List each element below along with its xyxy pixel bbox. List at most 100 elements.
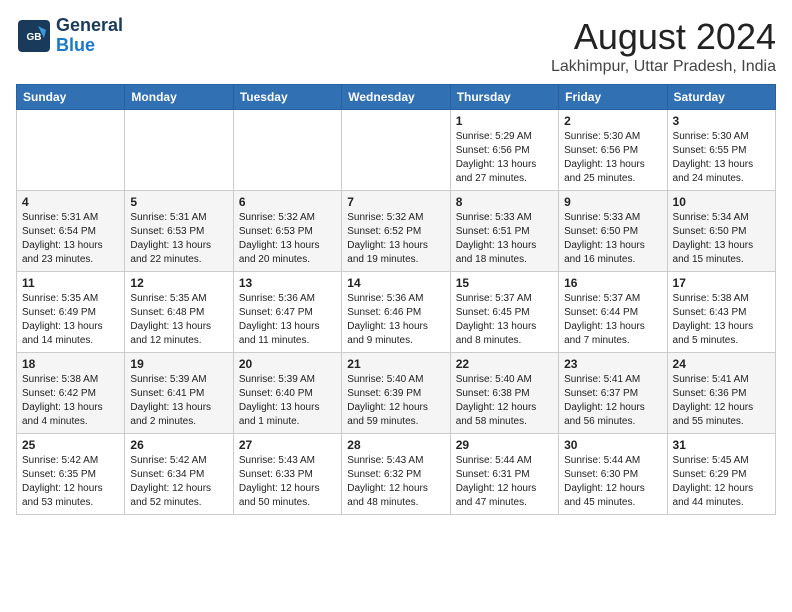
calendar-cell: 16 Sunrise: 5:37 AM Sunset: 6:44 PM Dayli… bbox=[559, 272, 667, 353]
day-info: Sunrise: 5:32 AM Sunset: 6:52 PM Dayligh… bbox=[347, 211, 444, 267]
day-info: Sunrise: 5:43 AM Sunset: 6:32 PM Dayligh… bbox=[347, 454, 444, 510]
calendar-cell: 12 Sunrise: 5:35 AM Sunset: 6:48 PM Dayli… bbox=[125, 272, 233, 353]
day-info: Sunrise: 5:31 AM Sunset: 6:53 PM Dayligh… bbox=[130, 211, 227, 267]
weekday-header-wednesday: Wednesday bbox=[342, 85, 450, 110]
logo-icon: GB bbox=[16, 18, 52, 54]
day-info: Sunrise: 5:36 AM Sunset: 6:46 PM Dayligh… bbox=[347, 292, 444, 348]
day-number: 16 bbox=[564, 276, 661, 290]
calendar-table: SundayMondayTuesdayWednesdayThursdayFrid… bbox=[16, 84, 776, 515]
title-area: August 2024 Lakhimpur, Uttar Pradesh, In… bbox=[551, 16, 776, 76]
calendar-body: 1Sunrise: 5:29 AM Sunset: 6:56 PM Daylig… bbox=[17, 110, 776, 515]
calendar-cell: 11 Sunrise: 5:35 AM Sunset: 6:49 PM Dayli… bbox=[17, 272, 125, 353]
calendar-cell: 5Sunrise: 5:31 AM Sunset: 6:53 PM Daylig… bbox=[125, 191, 233, 272]
day-number: 13 bbox=[239, 276, 336, 290]
calendar-cell: 15 Sunrise: 5:37 AM Sunset: 6:45 PM Dayli… bbox=[450, 272, 558, 353]
calendar-cell: 17 Sunrise: 5:38 AM Sunset: 6:43 PM Dayli… bbox=[667, 272, 775, 353]
day-number: 8 bbox=[456, 195, 553, 209]
calendar-cell: 26Sunrise: 5:42 AM Sunset: 6:34 PM Dayli… bbox=[125, 434, 233, 515]
day-info: Sunrise: 5:40 AM Sunset: 6:39 PM Dayligh… bbox=[347, 373, 444, 429]
day-info: Sunrise: 5:37 AM Sunset: 6:44 PM Dayligh… bbox=[564, 292, 661, 348]
calendar-cell: 19 Sunrise: 5:39 AM Sunset: 6:41 PM Dayli… bbox=[125, 353, 233, 434]
day-info: Sunrise: 5:39 AM Sunset: 6:40 PM Dayligh… bbox=[239, 373, 336, 429]
day-info: Sunrise: 5:38 AM Sunset: 6:43 PM Dayligh… bbox=[673, 292, 770, 348]
weekday-header-sunday: Sunday bbox=[17, 85, 125, 110]
calendar-cell bbox=[342, 110, 450, 191]
day-number: 9 bbox=[564, 195, 661, 209]
day-number: 18 bbox=[22, 357, 119, 371]
day-info: Sunrise: 5:35 AM Sunset: 6:49 PM Dayligh… bbox=[22, 292, 119, 348]
day-number: 29 bbox=[456, 438, 553, 452]
calendar-cell: 7 Sunrise: 5:32 AM Sunset: 6:52 PM Daylig… bbox=[342, 191, 450, 272]
calendar-cell: 8 Sunrise: 5:33 AM Sunset: 6:51 PM Daylig… bbox=[450, 191, 558, 272]
day-number: 23 bbox=[564, 357, 661, 371]
calendar-cell: 4Sunrise: 5:31 AM Sunset: 6:54 PM Daylig… bbox=[17, 191, 125, 272]
day-number: 19 bbox=[130, 357, 227, 371]
logo-line1: General bbox=[56, 15, 123, 35]
day-number: 17 bbox=[673, 276, 770, 290]
weekday-header-monday: Monday bbox=[125, 85, 233, 110]
calendar-cell: 9 Sunrise: 5:33 AM Sunset: 6:50 PM Daylig… bbox=[559, 191, 667, 272]
week-row-4: 18Sunrise: 5:38 AM Sunset: 6:42 PM Dayli… bbox=[17, 353, 776, 434]
calendar-cell: 2 Sunrise: 5:30 AM Sunset: 6:56 PM Daylig… bbox=[559, 110, 667, 191]
day-number: 25 bbox=[22, 438, 119, 452]
day-info: Sunrise: 5:41 AM Sunset: 6:37 PM Dayligh… bbox=[564, 373, 661, 429]
day-info: Sunrise: 5:33 AM Sunset: 6:51 PM Dayligh… bbox=[456, 211, 553, 267]
calendar-cell: 1Sunrise: 5:29 AM Sunset: 6:56 PM Daylig… bbox=[450, 110, 558, 191]
day-info: Sunrise: 5:44 AM Sunset: 6:31 PM Dayligh… bbox=[456, 454, 553, 510]
week-row-3: 11 Sunrise: 5:35 AM Sunset: 6:49 PM Dayli… bbox=[17, 272, 776, 353]
day-number: 7 bbox=[347, 195, 444, 209]
weekday-header-row: SundayMondayTuesdayWednesdayThursdayFrid… bbox=[17, 85, 776, 110]
calendar-cell: 10Sunrise: 5:34 AM Sunset: 6:50 PM Dayli… bbox=[667, 191, 775, 272]
day-info: Sunrise: 5:29 AM Sunset: 6:56 PM Dayligh… bbox=[456, 130, 553, 186]
day-number: 28 bbox=[347, 438, 444, 452]
weekday-header-thursday: Thursday bbox=[450, 85, 558, 110]
calendar-cell: 14Sunrise: 5:36 AM Sunset: 6:46 PM Dayli… bbox=[342, 272, 450, 353]
day-info: Sunrise: 5:35 AM Sunset: 6:48 PM Dayligh… bbox=[130, 292, 227, 348]
day-info: Sunrise: 5:39 AM Sunset: 6:41 PM Dayligh… bbox=[130, 373, 227, 429]
logo: GB General Blue bbox=[16, 16, 123, 56]
day-number: 22 bbox=[456, 357, 553, 371]
calendar-cell: 27Sunrise: 5:43 AM Sunset: 6:33 PM Dayli… bbox=[233, 434, 341, 515]
day-number: 4 bbox=[22, 195, 119, 209]
calendar-cell: 28 Sunrise: 5:43 AM Sunset: 6:32 PM Dayli… bbox=[342, 434, 450, 515]
day-number: 20 bbox=[239, 357, 336, 371]
day-number: 27 bbox=[239, 438, 336, 452]
day-info: Sunrise: 5:34 AM Sunset: 6:50 PM Dayligh… bbox=[673, 211, 770, 267]
day-info: Sunrise: 5:42 AM Sunset: 6:35 PM Dayligh… bbox=[22, 454, 119, 510]
logo-text: General Blue bbox=[56, 16, 123, 56]
calendar-cell: 22Sunrise: 5:40 AM Sunset: 6:38 PM Dayli… bbox=[450, 353, 558, 434]
calendar-cell bbox=[17, 110, 125, 191]
day-info: Sunrise: 5:44 AM Sunset: 6:30 PM Dayligh… bbox=[564, 454, 661, 510]
weekday-header-friday: Friday bbox=[559, 85, 667, 110]
week-row-5: 25 Sunrise: 5:42 AM Sunset: 6:35 PM Dayli… bbox=[17, 434, 776, 515]
month-title: August 2024 bbox=[551, 16, 776, 58]
calendar-cell: 3Sunrise: 5:30 AM Sunset: 6:55 PM Daylig… bbox=[667, 110, 775, 191]
day-info: Sunrise: 5:45 AM Sunset: 6:29 PM Dayligh… bbox=[673, 454, 770, 510]
day-info: Sunrise: 5:33 AM Sunset: 6:50 PM Dayligh… bbox=[564, 211, 661, 267]
week-row-1: 1Sunrise: 5:29 AM Sunset: 6:56 PM Daylig… bbox=[17, 110, 776, 191]
calendar-cell: 18Sunrise: 5:38 AM Sunset: 6:42 PM Dayli… bbox=[17, 353, 125, 434]
svg-text:GB: GB bbox=[27, 32, 42, 43]
calendar-cell: 30Sunrise: 5:44 AM Sunset: 6:30 PM Dayli… bbox=[559, 434, 667, 515]
day-number: 24 bbox=[673, 357, 770, 371]
calendar-cell: 29 Sunrise: 5:44 AM Sunset: 6:31 PM Dayli… bbox=[450, 434, 558, 515]
calendar-cell: 20 Sunrise: 5:39 AM Sunset: 6:40 PM Dayli… bbox=[233, 353, 341, 434]
day-number: 15 bbox=[456, 276, 553, 290]
day-number: 12 bbox=[130, 276, 227, 290]
calendar-cell: 6Sunrise: 5:32 AM Sunset: 6:53 PM Daylig… bbox=[233, 191, 341, 272]
calendar-cell: 25 Sunrise: 5:42 AM Sunset: 6:35 PM Dayli… bbox=[17, 434, 125, 515]
week-row-2: 4Sunrise: 5:31 AM Sunset: 6:54 PM Daylig… bbox=[17, 191, 776, 272]
day-number: 11 bbox=[22, 276, 119, 290]
day-number: 31 bbox=[673, 438, 770, 452]
day-number: 2 bbox=[564, 114, 661, 128]
day-info: Sunrise: 5:30 AM Sunset: 6:56 PM Dayligh… bbox=[564, 130, 661, 186]
day-info: Sunrise: 5:41 AM Sunset: 6:36 PM Dayligh… bbox=[673, 373, 770, 429]
page-header: GB General Blue August 2024 Lakhimpur, U… bbox=[16, 16, 776, 76]
calendar-cell: 21Sunrise: 5:40 AM Sunset: 6:39 PM Dayli… bbox=[342, 353, 450, 434]
day-number: 26 bbox=[130, 438, 227, 452]
location-title: Lakhimpur, Uttar Pradesh, India bbox=[551, 58, 776, 76]
day-number: 6 bbox=[239, 195, 336, 209]
day-info: Sunrise: 5:37 AM Sunset: 6:45 PM Dayligh… bbox=[456, 292, 553, 348]
day-info: Sunrise: 5:36 AM Sunset: 6:47 PM Dayligh… bbox=[239, 292, 336, 348]
calendar-cell bbox=[233, 110, 341, 191]
